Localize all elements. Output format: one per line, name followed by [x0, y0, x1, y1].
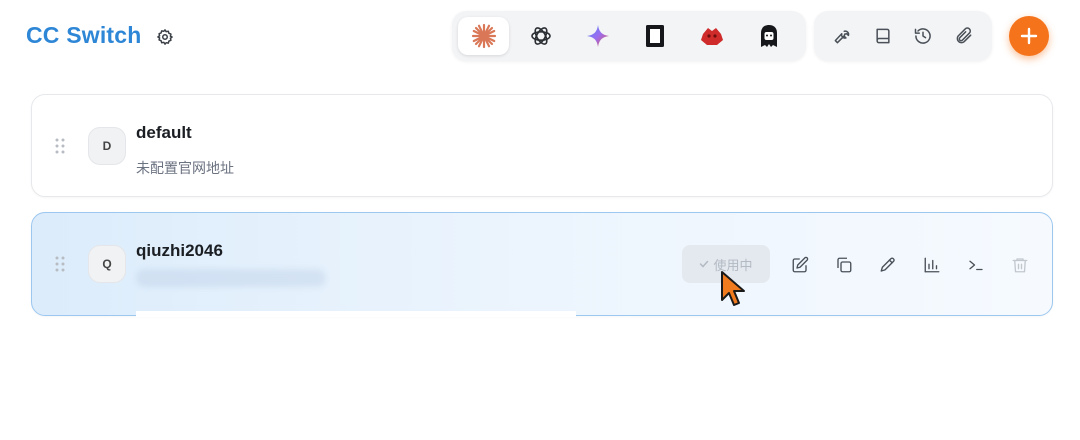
- provider-url: 未配置官网地址: [136, 160, 234, 176]
- mouse-cursor-icon: [721, 271, 745, 306]
- edit-button[interactable]: [782, 247, 818, 283]
- avatar: D: [88, 127, 126, 165]
- usage-button[interactable]: [914, 247, 950, 283]
- duplicate-button[interactable]: [826, 247, 862, 283]
- wrench-icon: [834, 30, 850, 44]
- character-app-icon: [760, 25, 777, 47]
- drag-handle-icon[interactable]: [54, 137, 66, 155]
- provider-name: qiuzhi2046: [136, 241, 223, 260]
- terminal-button[interactable]: [958, 247, 994, 283]
- tab-claude[interactable]: [458, 17, 509, 55]
- tab-app-4[interactable]: [629, 17, 680, 55]
- rename-button[interactable]: [870, 247, 906, 283]
- tab-app-6[interactable]: [743, 17, 794, 55]
- tab-codex[interactable]: [515, 17, 566, 55]
- provider-card-active[interactable]: Q qiuzhi2046 使用中: [31, 212, 1053, 317]
- provider-actions: [782, 247, 1038, 283]
- book-button[interactable]: [866, 19, 900, 53]
- history-icon: [915, 28, 932, 44]
- tab-gemini[interactable]: [572, 17, 623, 55]
- app-switcher: [452, 11, 806, 61]
- edit-icon: [792, 256, 809, 273]
- paperclip-icon: [956, 27, 972, 44]
- drag-handle-icon[interactable]: [54, 255, 66, 273]
- provider-url-redacted: [136, 269, 326, 287]
- gemini-icon: [586, 25, 609, 47]
- duplicate-icon: [837, 257, 852, 273]
- settings-button[interactable]: [154, 26, 176, 48]
- terminal-icon: [969, 260, 983, 271]
- redaction-band: [136, 311, 576, 317]
- plugins-button[interactable]: [947, 19, 981, 53]
- check-icon: [700, 260, 709, 268]
- red-app-icon: [700, 28, 723, 45]
- tab-app-5[interactable]: [686, 17, 737, 55]
- history-button[interactable]: [906, 19, 940, 53]
- delete-button[interactable]: [1002, 247, 1038, 283]
- gear-icon: [157, 29, 173, 45]
- tool-group: [814, 11, 992, 61]
- book-icon: [876, 28, 890, 44]
- add-provider-button[interactable]: [1009, 16, 1049, 56]
- avatar: Q: [88, 245, 126, 283]
- claude-icon: [471, 23, 496, 49]
- plus-icon: [1020, 27, 1038, 45]
- provider-card[interactable]: D default 未配置官网地址: [31, 94, 1053, 197]
- provider-name: default: [136, 123, 192, 142]
- square-app-icon: [645, 25, 664, 47]
- openai-icon: [530, 27, 551, 45]
- trash-icon: [1012, 258, 1028, 273]
- app-title: CC Switch: [26, 22, 142, 48]
- bar-chart-icon: [924, 257, 940, 273]
- wrench-button[interactable]: [825, 19, 859, 53]
- pen-icon: [880, 257, 895, 272]
